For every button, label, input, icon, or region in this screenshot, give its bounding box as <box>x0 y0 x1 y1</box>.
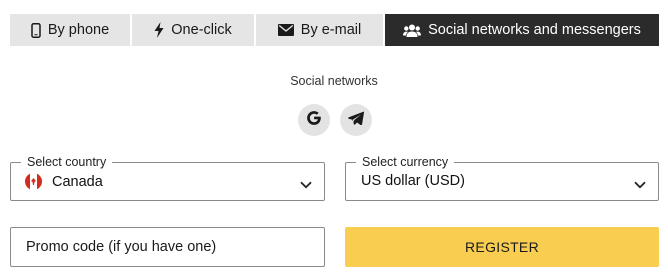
tab-label: By e-mail <box>300 22 362 38</box>
phone-icon <box>31 22 41 38</box>
currency-label: Select currency <box>356 155 455 170</box>
country-select[interactable]: Select country Canada <box>10 155 325 201</box>
tab-social-networks[interactable]: Social networks and messengers <box>385 14 659 46</box>
registration-tabs: By phone One-click By e-mail Social netw… <box>10 14 659 46</box>
register-button[interactable]: REGISTER <box>345 227 659 267</box>
telegram-icon <box>348 111 365 130</box>
tab-by-email[interactable]: By e-mail <box>256 14 385 46</box>
promo-code-placeholder: Promo code (if you have one) <box>26 239 217 255</box>
country-label: Select country <box>21 155 113 170</box>
canada-flag-icon <box>25 173 42 190</box>
country-value-text: Canada <box>52 173 103 190</box>
envelope-icon <box>277 24 294 36</box>
tab-label: One-click <box>171 22 232 38</box>
lightning-icon <box>154 22 164 38</box>
chevron-down-icon <box>634 176 646 194</box>
currency-value-text: US dollar (USD) <box>361 173 465 189</box>
promo-code-input[interactable]: Promo code (if you have one) <box>10 227 325 267</box>
tab-one-click[interactable]: One-click <box>132 14 256 46</box>
chevron-down-icon <box>300 176 312 194</box>
social-networks-label: Social networks <box>290 74 378 88</box>
telegram-login-button[interactable] <box>340 104 372 136</box>
google-icon <box>306 110 322 131</box>
tab-label: Social networks and messengers <box>428 22 641 38</box>
tab-label: By phone <box>47 22 110 38</box>
users-icon <box>403 24 422 37</box>
country-value: Canada <box>25 173 103 190</box>
tab-by-phone[interactable]: By phone <box>10 14 132 46</box>
google-login-button[interactable] <box>298 104 330 136</box>
currency-select[interactable]: Select currency US dollar (USD) <box>345 155 659 201</box>
